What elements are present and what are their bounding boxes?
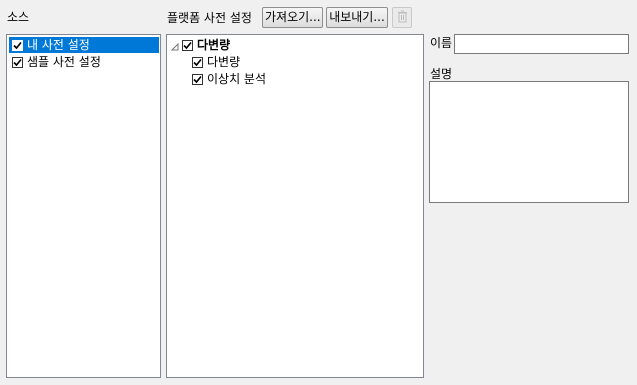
description-label: 설명 (430, 67, 453, 81)
tree-node-child[interactable]: 다변량 (192, 54, 240, 70)
export-button[interactable]: 내보내기... (326, 7, 388, 28)
source-item-my-presets[interactable]: 내 사전 설정 (9, 37, 159, 53)
tree-node-root[interactable]: 다변량 (170, 37, 230, 53)
source-item-label: 내 사전 설정 (27, 38, 90, 52)
platform-heading: 플랫폼 사전 설정 (167, 11, 252, 25)
import-button[interactable]: 가져오기... (262, 7, 323, 28)
expand-triangle-icon[interactable] (170, 40, 180, 51)
checkbox[interactable] (192, 73, 203, 85)
delete-button[interactable] (392, 7, 412, 28)
checkbox[interactable] (192, 56, 203, 68)
source-heading: 소스 (7, 10, 30, 24)
source-list[interactable]: 내 사전 설정 샘플 사전 설정 (6, 34, 161, 378)
source-item-label: 샘플 사전 설정 (27, 55, 101, 69)
name-input[interactable] (454, 34, 629, 54)
preset-tree[interactable]: 다변량 다변량 이상치 분석 (166, 34, 424, 378)
checkbox[interactable] (182, 39, 193, 51)
tree-node-child[interactable]: 이상치 분석 (192, 71, 266, 87)
tree-node-label: 다변량 (197, 38, 231, 52)
tree-node-label: 다변량 (207, 55, 241, 69)
trash-icon (398, 10, 407, 23)
source-item-sample-presets[interactable]: 샘플 사전 설정 (9, 54, 159, 70)
name-label: 이름 (430, 36, 453, 50)
description-textarea[interactable] (429, 81, 629, 203)
checkbox[interactable] (12, 56, 23, 68)
tree-node-label: 이상치 분석 (207, 72, 267, 86)
checkbox[interactable] (12, 39, 23, 51)
